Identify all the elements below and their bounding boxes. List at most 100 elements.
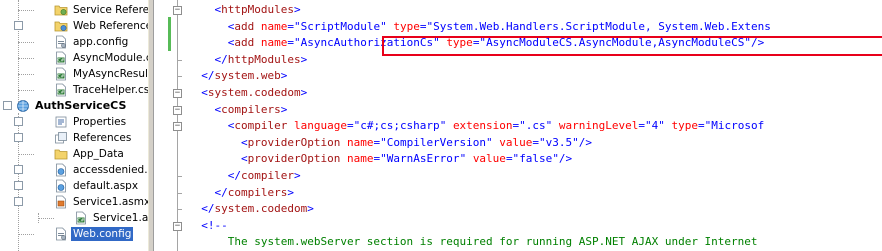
code-token: <	[188, 102, 222, 116]
code-line[interactable]: The system.webServer section is required…	[188, 234, 758, 250]
code-token: >	[293, 3, 301, 16]
code-token: false	[519, 152, 553, 166]
tree-connector-line	[38, 218, 54, 219]
code-token: "	[658, 119, 672, 133]
collapse-block-icon[interactable]: −	[173, 89, 182, 98]
config-file-icon	[54, 227, 68, 241]
tree-item[interactable]: Service1.asmx	[0, 194, 148, 210]
code-line[interactable]: <compiler language="c#;cs;csharp" extens…	[188, 118, 765, 134]
tree-item[interactable]: accessdenied.aspx	[0, 162, 148, 178]
code-line[interactable]: <!--	[188, 218, 228, 234]
svg-text:C#: C#	[78, 218, 85, 224]
references-icon	[54, 131, 68, 145]
tree-item-label: Service References	[73, 4, 148, 16]
code-token: <!--	[188, 218, 228, 232]
code-token: "	[459, 152, 473, 166]
code-token: ="	[346, 119, 361, 133]
code-token: ="	[419, 19, 434, 33]
tree-item[interactable]: App_Data	[0, 146, 148, 162]
tree-item[interactable]: app.config	[0, 34, 148, 50]
code-token: "	[545, 119, 559, 133]
code-token: compilers	[221, 102, 281, 116]
code-token: <	[188, 3, 222, 16]
code-token: providerOption	[247, 152, 341, 166]
collapse-toggle-icon[interactable]	[3, 101, 12, 110]
code-token: ="	[532, 135, 546, 149]
tree-item-label: TraceHelper.cs	[73, 84, 148, 96]
tree-item[interactable]: AuthServiceCS	[0, 98, 148, 114]
code-token: type	[671, 119, 699, 133]
expand-toggle-icon[interactable]	[14, 133, 23, 142]
expand-toggle-icon[interactable]	[14, 117, 23, 126]
code-token: >	[280, 69, 288, 83]
code-token: c#;cs;csharp	[360, 119, 440, 133]
tree-item[interactable]: C# AsyncModule.cs	[0, 50, 148, 66]
code-token: <	[188, 86, 208, 99]
code-token: "	[486, 135, 500, 149]
collapse-block-icon[interactable]: −	[173, 6, 182, 15]
code-line[interactable]: <compilers>	[188, 102, 287, 118]
code-line[interactable]: <system.codedom>	[188, 85, 307, 101]
tree-item-label: app.config	[73, 36, 129, 48]
web-project-icon	[16, 99, 30, 113]
tree-item-label: App_Data	[73, 148, 124, 160]
code-token: system.codedom	[207, 86, 301, 99]
code-line[interactable]: </system.codedom>	[188, 201, 314, 217]
block-end-marker	[177, 209, 182, 211]
code-line[interactable]: <add name="ScriptModule" type="System.We…	[188, 19, 771, 35]
code-editor[interactable]: <httpModules> <add name="ScriptModule" t…	[154, 0, 882, 251]
code-token: ="	[373, 152, 387, 166]
code-token: <	[188, 36, 235, 50]
tree-item[interactable]: C# TraceHelper.cs	[0, 82, 148, 98]
code-line[interactable]: <httpModules>	[188, 2, 301, 18]
collapse-toggle-icon[interactable]	[14, 197, 23, 206]
tree-item-label: MyAsyncResult.cs	[73, 68, 148, 80]
tree-item[interactable]: References	[0, 130, 148, 146]
expand-toggle-icon[interactable]	[14, 165, 23, 174]
block-end-marker	[177, 76, 182, 78]
tree-item[interactable]: Web.config	[0, 226, 148, 242]
code-token: name	[260, 36, 288, 50]
code-line[interactable]: </compiler>	[188, 168, 301, 184]
code-line[interactable]: </system.web>	[188, 68, 287, 84]
aspx-file-icon	[54, 163, 68, 177]
code-token: The system.webServer section is required…	[188, 235, 758, 249]
tree-item[interactable]: Service References	[0, 2, 148, 18]
csharp-file-icon: C#	[54, 51, 68, 65]
tree-item[interactable]: Web References	[0, 18, 148, 34]
block-end-marker	[177, 176, 182, 177]
tree-item-label: accessdenied.aspx	[73, 164, 148, 176]
expand-toggle-icon[interactable]	[14, 181, 23, 190]
highlight-annotation-box	[382, 36, 882, 56]
code-token: httpModules	[227, 52, 301, 66]
folder-service-icon	[54, 3, 68, 17]
folder-web-icon	[54, 19, 68, 33]
expand-toggle-icon[interactable]	[14, 21, 23, 30]
tree-item[interactable]: C# MyAsyncResult.cs	[0, 66, 148, 82]
csharp-file-icon: C#	[54, 67, 68, 81]
tree-item[interactable]: default.aspx	[0, 178, 148, 194]
code-token: add	[234, 19, 255, 33]
code-line[interactable]: </httpModules>	[188, 52, 307, 68]
code-line[interactable]: <providerOption name="CompilerVersion" v…	[188, 135, 592, 151]
code-token: ="	[287, 19, 301, 33]
code-line[interactable]: </compilers>	[188, 185, 294, 201]
code-token: system.web	[214, 69, 281, 83]
tree-item[interactable]: Properties	[0, 114, 148, 130]
code-token: <	[188, 19, 235, 33]
code-token: compiler	[240, 169, 294, 182]
tree-item-label: AsyncModule.cs	[73, 52, 148, 64]
collapse-block-icon[interactable]: −	[173, 105, 182, 115]
tree-connector-line	[18, 58, 34, 59]
csharp-file-icon: C#	[54, 83, 68, 97]
tree-item-label: Web.config	[71, 227, 134, 241]
code-token: >	[300, 52, 308, 66]
collapse-block-icon[interactable]: −	[173, 122, 182, 132]
code-token: </	[188, 52, 228, 66]
code-line[interactable]: <providerOption name="WarnAsError" value…	[188, 151, 572, 167]
collapse-block-icon[interactable]: −	[173, 221, 182, 231]
code-token: "/>	[552, 152, 573, 166]
tree-item[interactable]: C# Service1.asmx	[0, 210, 148, 226]
code-token: ="	[287, 36, 301, 50]
